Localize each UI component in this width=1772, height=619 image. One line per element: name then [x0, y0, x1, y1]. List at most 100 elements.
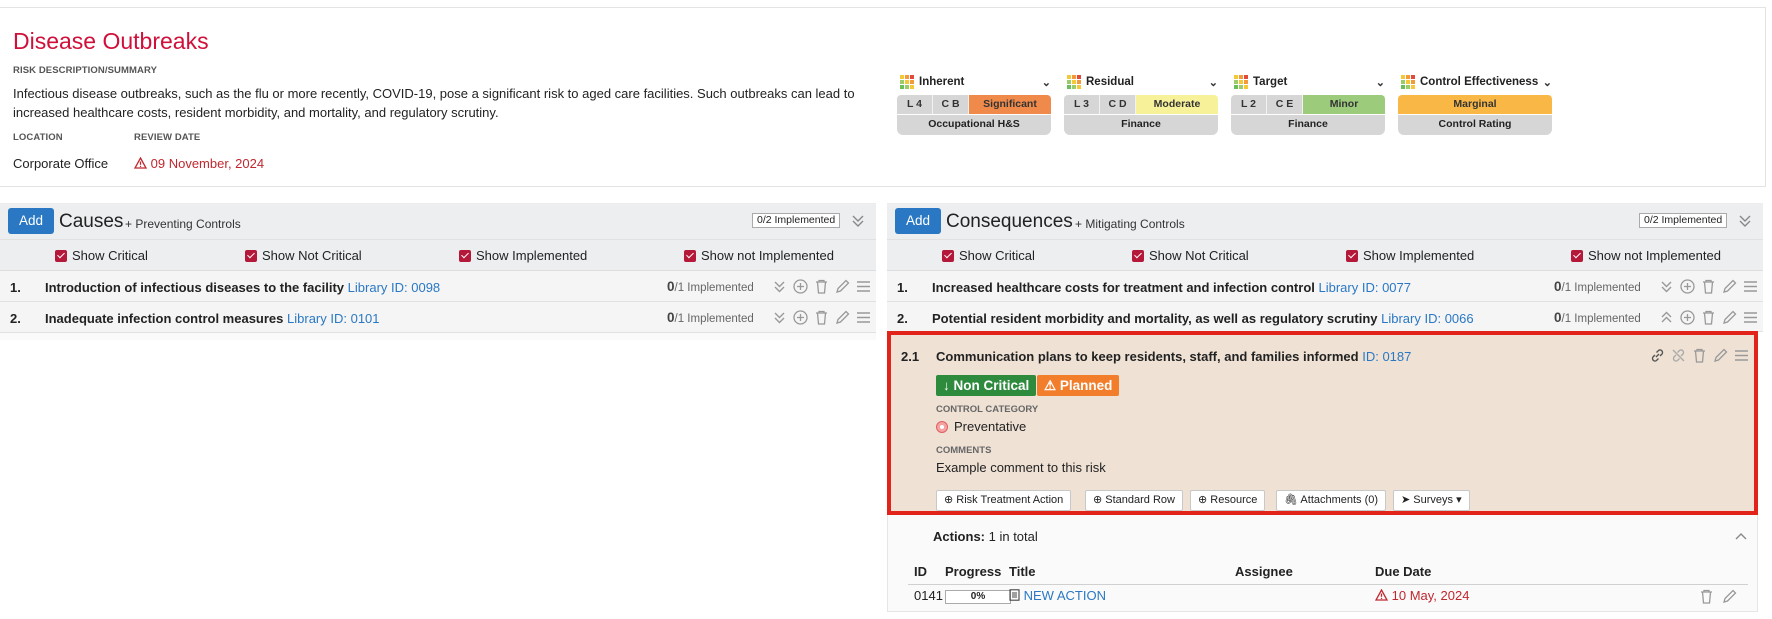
- filter-show-critical[interactable]: Show Critical: [55, 248, 148, 263]
- pencil-icon[interactable]: [1721, 309, 1738, 326]
- chevron-up-icon[interactable]: [1733, 529, 1749, 548]
- filter-label: Show not Implemented: [701, 248, 834, 263]
- menu-icon[interactable]: [1742, 309, 1759, 326]
- control-card[interactable]: 2.1 Communication plans to keep resident…: [887, 331, 1758, 515]
- library-id-link[interactable]: Library ID: 0098: [348, 280, 441, 295]
- filter-show-not-implemented[interactable]: Show not Implemented: [684, 248, 834, 263]
- chevron-double-down-icon[interactable]: [1737, 213, 1753, 229]
- attachments-button[interactable]: 🖇 Attachments (0): [1276, 490, 1387, 511]
- menu-icon[interactable]: [1742, 278, 1759, 295]
- consequences-filters: Show Critical Show Not Critical Show Imp…: [887, 240, 1763, 271]
- add-cause-button[interactable]: Add: [8, 208, 54, 234]
- add-circle-icon[interactable]: [1679, 278, 1696, 295]
- chevron-double-down-icon[interactable]: [771, 309, 788, 326]
- control-number: 2.1: [901, 349, 920, 364]
- chevron-double-down-icon[interactable]: [771, 278, 788, 295]
- pencil-icon[interactable]: [834, 309, 851, 326]
- warning-icon: [133, 156, 151, 171]
- add-circle-icon[interactable]: [792, 278, 809, 295]
- rating-target[interactable]: Target ⌄ L 2 C E Minor Finance: [1231, 74, 1385, 135]
- chevron-double-up-icon[interactable]: [1658, 309, 1675, 326]
- trash-icon[interactable]: [813, 309, 830, 326]
- rating-control-effectiveness[interactable]: Control Effectiveness ⌄ Marginal Control…: [1398, 74, 1552, 135]
- filter-show-implemented[interactable]: Show Implemented: [459, 248, 587, 263]
- unlink-icon[interactable]: [1670, 347, 1687, 364]
- chevron-double-down-icon[interactable]: [1658, 278, 1675, 295]
- implemented-badge: 0/2 Implemented: [752, 213, 841, 228]
- consequence-row[interactable]: 1. Increased healthcare costs for treatm…: [887, 271, 1763, 302]
- section-subtitle: + Preventing Controls: [125, 217, 241, 231]
- warning-icon: ⚠: [1044, 378, 1057, 393]
- surveys-dropdown-button[interactable]: ➤ Surveys ▾: [1393, 490, 1470, 511]
- filter-show-not-critical[interactable]: Show Not Critical: [1132, 248, 1249, 263]
- comments-value: Example comment to this risk: [936, 460, 1106, 475]
- rating-value: Moderate: [1136, 95, 1218, 114]
- pencil-icon[interactable]: [1712, 347, 1729, 364]
- causes-section: Add Causes + Preventing Controls 0/2 Imp…: [0, 203, 876, 340]
- control-id-link[interactable]: ID: 0187: [1362, 349, 1411, 364]
- checkbox-checked[interactable]: [1132, 249, 1144, 262]
- library-id-link[interactable]: Library ID: 0066: [1381, 311, 1474, 326]
- risk-treatment-action-button[interactable]: ⊕ Risk Treatment Action: [936, 490, 1072, 511]
- trash-icon[interactable]: [1700, 309, 1717, 326]
- implemented-badge: 0/2 Implemented: [1639, 213, 1728, 228]
- actions-label: Actions:: [933, 529, 985, 544]
- add-consequence-button[interactable]: Add: [895, 208, 941, 234]
- pencil-icon[interactable]: [834, 278, 851, 295]
- trash-icon[interactable]: [1691, 347, 1708, 364]
- chevron-double-down-icon[interactable]: ⌄: [1042, 76, 1051, 89]
- add-circle-icon[interactable]: [1679, 309, 1696, 326]
- chevron-double-down-icon[interactable]: ⌄: [1209, 76, 1218, 89]
- library-id-link[interactable]: Library ID: 0101: [287, 311, 380, 326]
- checkbox-checked[interactable]: [1571, 249, 1583, 262]
- section-title: Consequences: [946, 211, 1073, 232]
- due-date-text: 10 May, 2024: [1391, 588, 1470, 603]
- radio-selected-icon: [936, 421, 948, 433]
- cause-row[interactable]: 2. Inadequate infection control measures…: [0, 302, 876, 333]
- menu-icon[interactable]: [855, 309, 872, 326]
- library-id-link[interactable]: Library ID: 0077: [1319, 280, 1412, 295]
- actions-panel: Actions: 1 in total ID Progress Title As…: [887, 515, 1758, 612]
- checkbox-checked[interactable]: [245, 249, 257, 262]
- trash-icon[interactable]: [813, 278, 830, 295]
- menu-icon[interactable]: [1733, 347, 1750, 364]
- item-number: 2.: [897, 311, 908, 326]
- column-header-due-date: Due Date: [1375, 564, 1432, 579]
- menu-icon[interactable]: [855, 278, 872, 295]
- paperclip-icon: 🖇: [1284, 494, 1298, 506]
- cause-row[interactable]: 1. Introduction of infectious diseases t…: [0, 271, 876, 302]
- add-circle-icon[interactable]: [792, 309, 809, 326]
- checkbox-checked[interactable]: [459, 249, 471, 262]
- consequence-level: C D: [1100, 95, 1136, 114]
- resource-button[interactable]: ⊕ Resource: [1190, 490, 1266, 511]
- rating-inherent[interactable]: Inherent ⌄ L 4 C B Significant Occupatio…: [897, 74, 1051, 135]
- filter-show-not-critical[interactable]: Show Not Critical: [245, 248, 362, 263]
- rating-residual[interactable]: Residual ⌄ L 3 C D Moderate Finance: [1064, 74, 1218, 135]
- checkbox-checked[interactable]: [942, 249, 954, 262]
- paper-plane-icon: ➤: [1401, 494, 1411, 506]
- filter-label: Show Critical: [959, 248, 1035, 263]
- category-text: Preventative: [954, 419, 1027, 434]
- trash-icon[interactable]: [1700, 278, 1717, 295]
- action-title-link[interactable]: NEW ACTION: [1009, 588, 1106, 603]
- consequence-row[interactable]: 2. Potential resident morbidity and mort…: [887, 302, 1763, 332]
- chevron-double-down-icon[interactable]: [850, 213, 866, 229]
- document-icon: [1009, 588, 1020, 603]
- trash-icon[interactable]: [1698, 588, 1715, 605]
- pencil-icon[interactable]: [1721, 278, 1738, 295]
- actions-total: 1 in total: [988, 529, 1038, 544]
- actions-summary: Actions: 1 in total: [933, 529, 1038, 544]
- filter-show-implemented[interactable]: Show Implemented: [1346, 248, 1474, 263]
- checkbox-checked[interactable]: [1346, 249, 1358, 262]
- pencil-icon[interactable]: [1721, 588, 1738, 605]
- filter-show-not-implemented[interactable]: Show not Implemented: [1571, 248, 1721, 263]
- standard-row-button[interactable]: ⊕ Standard Row: [1085, 490, 1183, 511]
- chevron-double-down-icon[interactable]: ⌄: [1376, 76, 1385, 89]
- rating-title: Target: [1253, 76, 1288, 88]
- checkbox-checked[interactable]: [684, 249, 696, 262]
- chevron-double-down-icon[interactable]: ⌄: [1543, 76, 1552, 89]
- causes-filters: Show Critical Show Not Critical Show Imp…: [0, 240, 876, 271]
- filter-show-critical[interactable]: Show Critical: [942, 248, 1035, 263]
- checkbox-checked[interactable]: [55, 249, 67, 262]
- link-icon[interactable]: [1649, 347, 1666, 364]
